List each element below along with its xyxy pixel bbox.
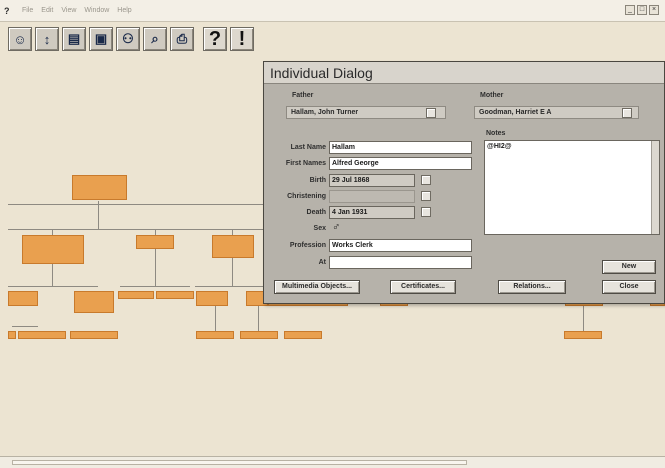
menu-help[interactable]: Help	[117, 7, 131, 14]
tree-node[interactable]	[74, 291, 114, 313]
minimize-icon[interactable]: _	[625, 5, 635, 15]
notes-textarea[interactable]: @HI2@	[484, 140, 660, 235]
death-label: Death	[306, 209, 326, 216]
tree-node[interactable]	[196, 331, 234, 339]
tree-connector	[12, 326, 38, 327]
notes-text: @HI2@	[487, 143, 512, 150]
person-icon[interactable]: ☺	[8, 27, 32, 51]
exclamation-icon[interactable]: !	[230, 27, 254, 51]
tree-connector	[98, 201, 99, 229]
family-icon[interactable]: ↕	[35, 27, 59, 51]
individual-dialog: Individual Dialog Father Hallam, John Tu…	[263, 61, 665, 304]
last-name-label: Last Name	[290, 144, 326, 151]
certificates-button[interactable]: Certificates...	[390, 280, 456, 294]
tree-node[interactable]	[196, 291, 228, 306]
death-field[interactable]: 4 Jan 1931	[329, 206, 415, 219]
birth-field[interactable]: 29 Jul 1868	[329, 174, 415, 187]
tree-connector	[232, 258, 233, 286]
close-button[interactable]: Close	[602, 280, 656, 294]
tree-node[interactable]	[136, 235, 174, 249]
tree-connector	[155, 248, 156, 286]
christening-field[interactable]	[329, 190, 415, 203]
birth-details-button[interactable]	[421, 175, 431, 185]
tree-node[interactable]	[284, 331, 322, 339]
tree-node[interactable]	[70, 331, 118, 339]
tree-connector	[52, 264, 53, 286]
christening-details-button[interactable]	[421, 191, 431, 201]
tree-node[interactable]	[240, 331, 278, 339]
profession-field[interactable]: Works Clerk	[329, 239, 472, 252]
male-icon[interactable]: ♂	[332, 221, 340, 233]
father-field: Hallam, John Turner	[286, 106, 446, 119]
tree-node[interactable]	[22, 235, 84, 264]
notes-label: Notes	[486, 130, 506, 137]
status-bar	[0, 456, 665, 468]
father-label: Father	[292, 92, 314, 99]
app-icon: ?	[4, 5, 10, 16]
tree-connector	[258, 306, 259, 332]
relations-button[interactable]: Relations...	[498, 280, 566, 294]
menu-edit[interactable]: Edit	[41, 7, 53, 14]
tree-node[interactable]	[72, 175, 127, 200]
first-names-field[interactable]: Alfred George	[329, 157, 472, 170]
tree-node[interactable]	[8, 331, 16, 339]
tree-node[interactable]	[18, 331, 66, 339]
maximize-icon[interactable]: □	[637, 5, 647, 15]
menu-bar: ? File Edit View Window Help _ □ ×	[0, 0, 665, 22]
at-label: At	[318, 259, 326, 266]
tree-connector	[120, 286, 190, 287]
mother-select-button[interactable]	[622, 108, 632, 118]
mother-field: Goodman, Harriet E A	[474, 106, 639, 119]
sex-label: Sex	[313, 225, 326, 232]
box-icon[interactable]: ▣	[89, 27, 113, 51]
first-names-label: First Names	[285, 160, 326, 167]
christening-label: Christening	[287, 193, 326, 200]
help-icon[interactable]: ?	[203, 27, 227, 51]
profession-label: Profession	[289, 242, 326, 249]
people-icon[interactable]: ⚇	[116, 27, 140, 51]
chart-icon[interactable]: ▤	[62, 27, 86, 51]
multimedia-objects-button[interactable]: Multimedia Objects...	[274, 280, 360, 294]
tree-connector	[8, 286, 98, 287]
toolbar: ☺ ↕ ▤ ▣ ⚇ ⌕ ⎙ ? !	[8, 24, 254, 54]
close-window-icon[interactable]: ×	[649, 5, 659, 15]
window-controls: _ □ ×	[625, 5, 659, 15]
tree-node[interactable]	[212, 235, 254, 258]
tree-connector	[583, 306, 584, 332]
father-select-button[interactable]	[426, 108, 436, 118]
tree-connector	[215, 306, 216, 332]
tree-connector	[195, 286, 263, 287]
tree-node[interactable]	[118, 291, 154, 299]
menu-view[interactable]: View	[61, 7, 76, 14]
menu-window[interactable]: Window	[84, 7, 109, 14]
tree-connector	[8, 229, 263, 230]
at-field[interactable]	[329, 256, 472, 269]
horizontal-scrollbar[interactable]	[12, 460, 467, 465]
tree-connector	[8, 204, 263, 205]
magnifier-icon[interactable]: ⌕	[143, 27, 167, 51]
new-button[interactable]: New	[602, 260, 656, 274]
death-details-button[interactable]	[421, 207, 431, 217]
mother-label: Mother	[480, 92, 504, 99]
birth-label: Birth	[309, 177, 326, 184]
notes-scrollbar[interactable]	[651, 141, 659, 234]
last-name-field[interactable]: Hallam	[329, 141, 472, 154]
tree-node[interactable]	[564, 331, 602, 339]
menu-file[interactable]: File	[22, 7, 33, 14]
tree-node[interactable]	[8, 291, 38, 306]
dialog-title: Individual Dialog	[264, 62, 664, 84]
printer-icon[interactable]: ⎙	[170, 27, 194, 51]
tree-node[interactable]	[156, 291, 194, 299]
